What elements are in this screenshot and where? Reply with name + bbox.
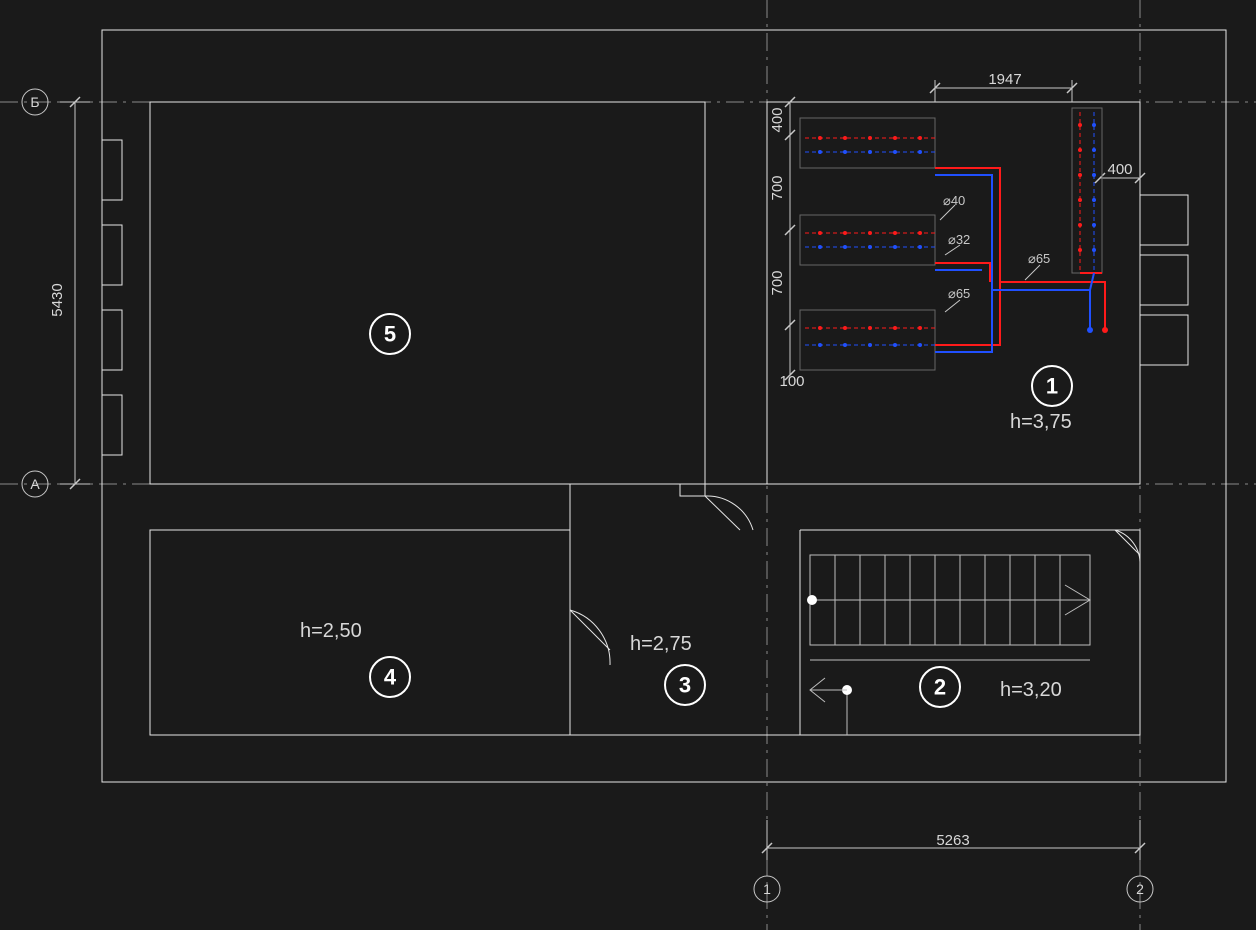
dimension-5263: 5263 xyxy=(762,820,1145,860)
room-marker-1: 1 xyxy=(1032,366,1072,406)
axis-label-b: Б xyxy=(30,94,39,110)
height-label-1: h=3,75 xyxy=(1010,411,1072,433)
window-openings-right xyxy=(1140,195,1188,365)
height-label-2: h=3,20 xyxy=(1000,679,1062,701)
pipe-label-d32: ⌀32 xyxy=(948,232,970,247)
room-number-4: 4 xyxy=(384,665,397,690)
dim-text-400: 400 xyxy=(769,107,786,132)
pipe-label-d65b: ⌀65 xyxy=(1028,251,1050,266)
floor-plan-drawing: Б А 1 2 xyxy=(0,0,1256,930)
staircase xyxy=(807,555,1090,735)
room-number-1: 1 xyxy=(1046,374,1058,399)
room-marker-4: 4 xyxy=(370,657,410,697)
boiler-equipment: ⌀40 ⌀32 ⌀65 ⌀65 xyxy=(800,108,1108,370)
room-marker-3: 3 xyxy=(665,665,705,705)
dim-text-5430: 5430 xyxy=(49,283,66,316)
room-marker-2: 2 xyxy=(920,667,960,707)
dim-text-100: 100 xyxy=(779,373,804,390)
dim-text-1947: 1947 xyxy=(988,71,1021,88)
dim-text-700a: 700 xyxy=(769,175,786,200)
room-number-5: 5 xyxy=(384,322,396,347)
axis-label-1: 1 xyxy=(763,881,771,897)
pipe-label-d65a: ⌀65 xyxy=(948,286,970,301)
equipment-dimensions: 400 700 700 100 xyxy=(769,97,805,390)
pipe-label-d40: ⌀40 xyxy=(943,193,965,208)
height-label-4: h=2,50 xyxy=(300,620,362,642)
dim-text-5263: 5263 xyxy=(936,832,969,849)
dimension-1947: 1947 xyxy=(930,71,1077,102)
room-number-2: 2 xyxy=(934,675,946,700)
room-number-3: 3 xyxy=(679,673,691,698)
axis-label-2: 2 xyxy=(1136,881,1144,897)
dim-text-r400: 400 xyxy=(1107,161,1132,178)
window-openings-left xyxy=(102,140,122,455)
dimension-5430: 5430 xyxy=(49,97,90,489)
axis-label-a: А xyxy=(30,476,40,492)
room-marker-5: 5 xyxy=(370,314,410,354)
dim-text-700b: 700 xyxy=(769,270,786,295)
height-label-3: h=2,75 xyxy=(630,633,692,655)
room-markers: 5 1 2 3 4 xyxy=(370,314,1072,707)
